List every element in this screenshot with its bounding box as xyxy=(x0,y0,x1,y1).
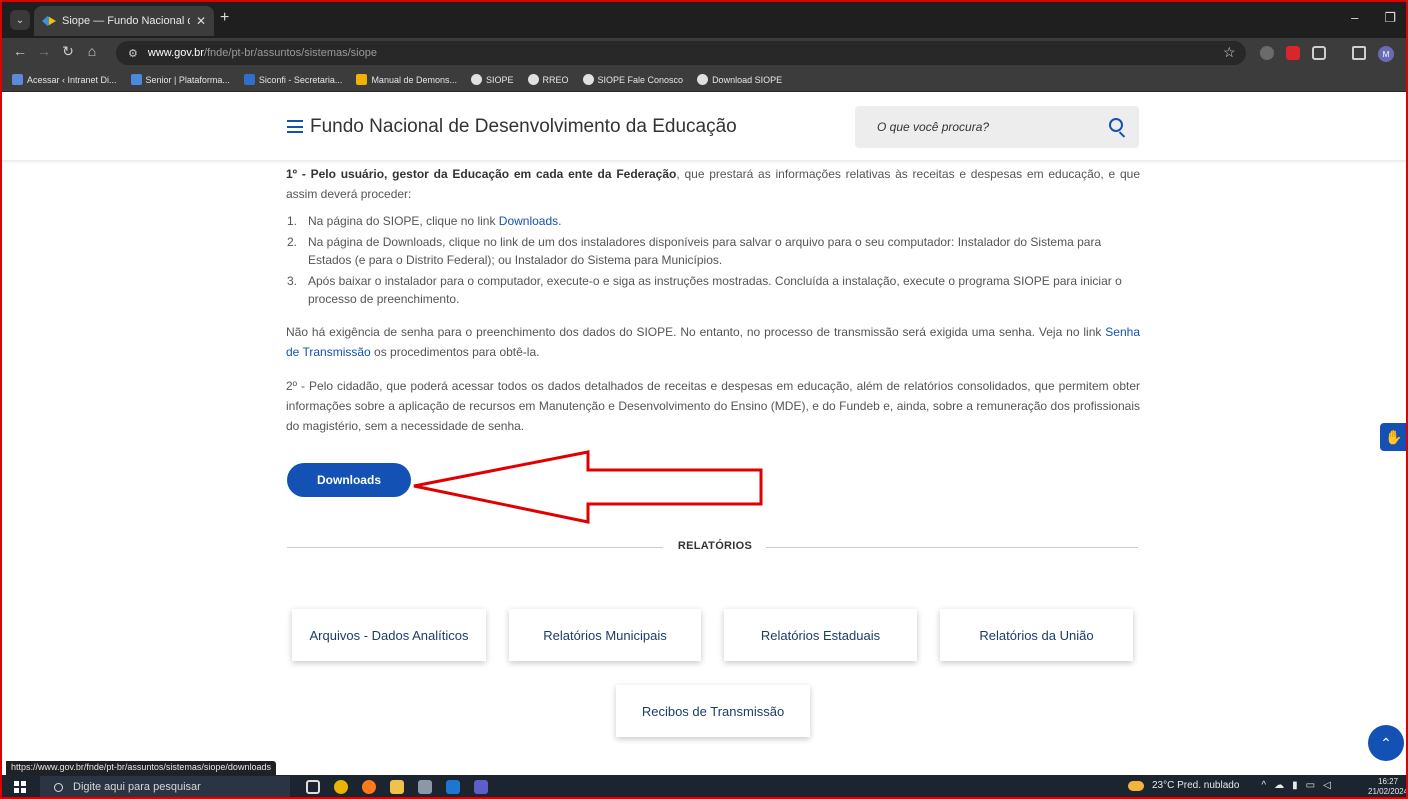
downloads-link[interactable]: Downloads xyxy=(499,214,558,228)
chrome-icon[interactable] xyxy=(334,780,348,794)
onedrive-icon[interactable]: ☁ xyxy=(1274,780,1284,791)
extensions-puzzle-icon[interactable] xyxy=(1312,46,1326,60)
hamburger-menu-icon[interactable] xyxy=(287,120,303,133)
globe-icon xyxy=(527,74,539,85)
annotation-arrow-icon xyxy=(413,450,763,524)
minimize-icon[interactable]: – xyxy=(1351,10,1358,26)
section-divider-right xyxy=(766,547,1138,548)
search-icon xyxy=(54,782,63,792)
windows-taskbar: Digite aqui para pesquisar 23°C Pred. nu… xyxy=(0,775,1408,799)
microphone-icon[interactable]: ▮ xyxy=(1292,780,1298,791)
bookmarks-bar: Acessar ‹ Intranet Di... Senior | Plataf… xyxy=(0,68,1408,92)
card-recibos-transmissao[interactable]: Recibos de Transmissão xyxy=(616,685,810,737)
bookmark-item[interactable]: SIOPE Fale Conosco xyxy=(582,74,683,85)
paragraph-senha: Não há exigência de senha para o preench… xyxy=(286,325,1140,359)
tab-close-icon[interactable]: ✕ xyxy=(196,14,206,28)
search-placeholder: O que você procura? xyxy=(877,120,990,134)
list-item: 1. Na página do SIOPE, clique no link Dow… xyxy=(287,214,562,228)
browser-tab[interactable]: Siope — Fundo Nacional de De ✕ xyxy=(34,6,214,36)
browser-tab-bar: ⌄ Siope — Fundo Nacional de De ✕ + – ❐ xyxy=(0,0,1408,38)
card-relatorios-uniao[interactable]: Relatórios da União xyxy=(940,609,1133,661)
main-content: 1º - Pelo usuário, gestor da Educação em… xyxy=(286,164,1140,450)
outlook-icon[interactable] xyxy=(446,780,460,794)
card-dados-analiticos[interactable]: Arquivos - Dados Analíticos xyxy=(292,609,486,661)
network-icon[interactable]: ▭ xyxy=(1306,780,1315,791)
profile-avatar[interactable]: M xyxy=(1378,46,1394,62)
site-title[interactable]: Fundo Nacional de Desenvolvimento da Edu… xyxy=(310,116,737,138)
side-panel-icon[interactable] xyxy=(1352,46,1366,60)
paragraph-gestor: 1º - Pelo usuário, gestor da Educação em… xyxy=(286,167,1140,201)
bookmark-item[interactable]: Acessar ‹ Intranet Di... xyxy=(12,74,117,85)
bookmark-icon xyxy=(12,74,23,85)
extension-m-icon[interactable] xyxy=(1260,46,1274,60)
tray-chevron-icon[interactable]: ^ xyxy=(1261,780,1266,791)
teams-icon[interactable] xyxy=(474,780,488,794)
bookmark-item[interactable]: Download SIOPE xyxy=(697,74,782,85)
section-divider-left xyxy=(287,547,663,548)
windows-start-icon[interactable] xyxy=(14,781,26,793)
address-bar[interactable]: ⚙ www.gov.br/fnde/pt-br/assuntos/sistema… xyxy=(116,41,1246,65)
bookmark-star-icon[interactable]: ☆ xyxy=(1223,44,1236,61)
taskbar-search-placeholder: Digite aqui para pesquisar xyxy=(73,781,201,793)
file-explorer-icon[interactable] xyxy=(390,780,404,794)
steps-list: 1. Na página do SIOPE, clique no link Dow… xyxy=(286,212,1140,308)
bookmark-item[interactable]: Siconfi - Secretaria... xyxy=(243,74,342,85)
site-header: Fundo Nacional de Desenvolvimento da Edu… xyxy=(0,92,1408,160)
clock-date: 21/02/2024 xyxy=(1368,787,1408,796)
search-icon[interactable] xyxy=(1109,118,1123,132)
acrobat-extension-icon[interactable] xyxy=(1286,46,1300,60)
paragraph-cidadao: 2º - Pelo cidadão, que poderá acessar to… xyxy=(286,379,1140,433)
url-path: /fnde/pt-br/assuntos/sistemas/siope xyxy=(203,47,377,59)
section-title: RELATÓRIOS xyxy=(677,540,753,552)
system-tray: 23°C Pred. nublado ^ ☁ ▮ ▭ ◁ xyxy=(1128,780,1331,791)
downloads-button[interactable]: Downloads xyxy=(287,463,411,497)
tab-search-icon[interactable]: ⌄ xyxy=(10,10,30,30)
link-status-bar: https://www.gov.br/fnde/pt-br/assuntos/s… xyxy=(6,761,276,775)
gov-favicon-icon xyxy=(42,16,56,26)
globe-icon xyxy=(697,74,709,85)
tab-title: Siope — Fundo Nacional de De xyxy=(62,15,190,27)
home-icon[interactable]: ⌂ xyxy=(82,43,102,59)
bookmark-icon xyxy=(130,74,142,85)
vlibras-accessibility-icon[interactable]: ✋ xyxy=(1380,423,1408,451)
bookmark-icon xyxy=(356,74,368,85)
globe-icon xyxy=(470,74,482,85)
reload-icon[interactable]: ↻ xyxy=(58,43,78,60)
bookmark-item[interactable]: Senior | Plataforma... xyxy=(130,74,230,85)
url-host: www.gov.br xyxy=(147,47,204,59)
bookmark-item[interactable]: Manual de Demons... xyxy=(356,74,457,85)
volume-icon[interactable]: ◁ xyxy=(1323,780,1331,791)
taskbar-clock[interactable]: 16:27 21/02/2024 xyxy=(1368,777,1408,797)
site-info-icon[interactable]: ⚙ xyxy=(128,47,138,60)
search-input[interactable]: O que você procura? xyxy=(855,106,1139,148)
list-item: 2. Na página de Downloads, clique no link… xyxy=(287,235,1102,267)
back-icon[interactable]: ← xyxy=(10,43,30,59)
restore-icon[interactable]: ❐ xyxy=(1384,10,1396,26)
back-to-top-icon[interactable]: ⌃ xyxy=(1368,725,1404,761)
globe-icon xyxy=(582,74,594,85)
calculator-icon[interactable] xyxy=(418,780,432,794)
bookmark-item[interactable]: SIOPE xyxy=(470,74,514,85)
clock-time: 16:27 xyxy=(1378,777,1399,786)
task-view-icon[interactable] xyxy=(306,780,320,794)
taskbar-search-input[interactable]: Digite aqui para pesquisar xyxy=(40,776,290,798)
list-item: 3. Após baixar o instalador para o comput… xyxy=(287,274,1122,306)
new-tab-icon[interactable]: + xyxy=(220,9,229,27)
card-relatorios-estaduais[interactable]: Relatórios Estaduais xyxy=(724,609,917,661)
firefox-icon[interactable] xyxy=(362,780,376,794)
browser-toolbar: ← → ↻ ⌂ ⚙ www.gov.br/fnde/pt-br/assuntos… xyxy=(0,38,1408,68)
bookmark-icon xyxy=(243,74,255,85)
weather-icon xyxy=(1128,780,1144,791)
forward-icon: → xyxy=(37,43,51,59)
weather-text[interactable]: 23°C Pred. nublado xyxy=(1152,780,1239,791)
bookmark-item[interactable]: RREO xyxy=(527,74,569,85)
card-relatorios-municipais[interactable]: Relatórios Municipais xyxy=(509,609,701,661)
